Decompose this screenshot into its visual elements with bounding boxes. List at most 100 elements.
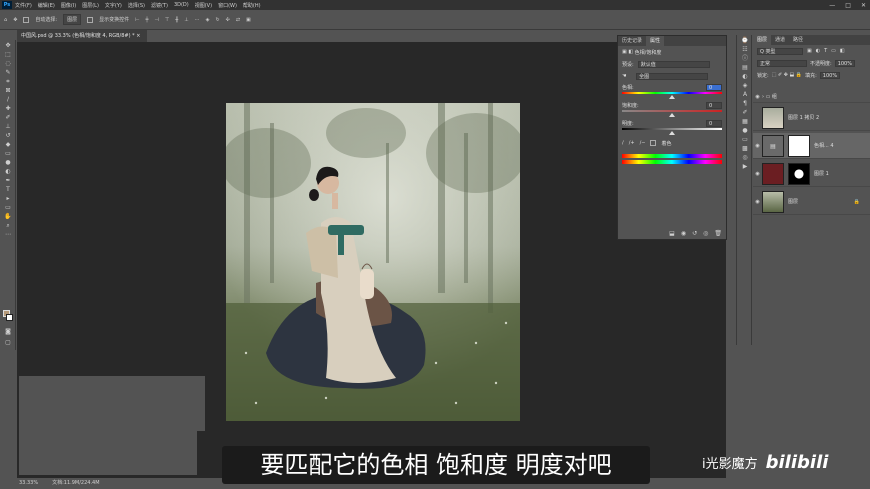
lasso-tool-icon[interactable]: ◌ xyxy=(3,60,13,67)
quick-mask-icon[interactable]: ◙ xyxy=(3,328,13,335)
channel-dropdown[interactable]: 全图 xyxy=(636,72,709,80)
zoom-level[interactable]: 33.33% xyxy=(19,478,38,489)
layer-row-hue-adjustment[interactable]: ◉ ▤ 色相... 4 xyxy=(753,133,870,159)
trash-icon[interactable]: 🗑 xyxy=(714,230,722,237)
crop-tool-icon[interactable]: ⌗ xyxy=(3,78,13,85)
filter-type-icon[interactable]: T xyxy=(824,48,827,54)
menu-layer[interactable]: 图层(L) xyxy=(82,2,99,9)
filter-adjust-icon[interactable]: ◐ xyxy=(816,48,820,54)
pen-tool-icon[interactable]: ✒ xyxy=(3,177,13,184)
path-select-icon[interactable]: ▸ xyxy=(3,195,13,202)
hue-slider-thumb[interactable] xyxy=(669,95,675,99)
align-left-icon[interactable]: ⊢ xyxy=(135,17,139,23)
libraries-panel-icon[interactable]: ▤ xyxy=(740,64,750,71)
menu-filter[interactable]: 滤镜(T) xyxy=(151,2,168,9)
visibility-eye-icon[interactable]: ◉ xyxy=(753,199,762,205)
layer-mask-thumbnail[interactable] xyxy=(788,162,810,185)
swatches-panel-icon[interactable]: ▦ xyxy=(740,118,750,125)
saturation-slider[interactable] xyxy=(618,110,726,118)
eyedropper-icon[interactable]: ∕ xyxy=(3,96,13,103)
hue-slider[interactable] xyxy=(618,92,726,100)
align-bottom-icon[interactable]: ⊥ xyxy=(184,17,188,23)
3d-scale-icon[interactable]: ▣ xyxy=(246,17,251,23)
styles-panel-icon[interactable]: ◈ xyxy=(740,82,750,89)
shape-tool-icon[interactable]: ▭ xyxy=(3,204,13,211)
more-tools-icon[interactable]: ⋯ xyxy=(3,231,13,238)
align-right-icon[interactable]: ⊣ xyxy=(154,17,158,23)
lock-icons[interactable]: ⬚ ✐ ✥ ⬓ 🔒 xyxy=(772,72,802,78)
colorize-checkbox[interactable] xyxy=(650,140,657,146)
frame-tool-icon[interactable]: ⊠ xyxy=(3,87,13,94)
eyedropper-minus-icon[interactable]: ∕− xyxy=(640,140,646,146)
actions-panel-icon[interactable]: ▶ xyxy=(740,163,750,170)
background-color-swatch[interactable] xyxy=(6,314,13,321)
opacity-input[interactable]: 100% xyxy=(834,59,855,67)
adjustments-panel-icon[interactable]: ◐ xyxy=(740,73,750,80)
layer-row-background[interactable]: ◉ 图层 🔒 xyxy=(753,189,870,215)
menu-type[interactable]: 文字(Y) xyxy=(105,2,122,9)
3d-slide-icon[interactable]: ⇄ xyxy=(236,17,240,23)
layer-row-layer1[interactable]: ◉ 图层 1 xyxy=(753,161,870,187)
lightness-slider-thumb[interactable] xyxy=(669,131,675,135)
menu-select[interactable]: 选择(S) xyxy=(128,2,145,9)
auto-select-checkbox[interactable] xyxy=(23,16,30,23)
tab-layers[interactable]: 图层 xyxy=(753,35,772,45)
patterns-panel-icon[interactable]: ▩ xyxy=(740,145,750,152)
type-tool-icon[interactable]: T xyxy=(3,186,13,193)
move-tool-icon[interactable]: ✥ xyxy=(13,17,17,23)
maximize-button[interactable]: □ xyxy=(845,2,851,9)
distribute-icon[interactable]: ⋯ xyxy=(195,17,200,23)
paragraph-panel-icon[interactable]: ¶ xyxy=(740,100,750,107)
filter-pixel-icon[interactable]: ▣ xyxy=(807,48,812,54)
properties-panel-icon[interactable]: ☷ xyxy=(740,46,750,53)
marquee-tool-icon[interactable]: ⬚ xyxy=(3,51,13,58)
quick-select-icon[interactable]: ✎ xyxy=(3,69,13,76)
lightness-value-input[interactable]: 0 xyxy=(706,119,722,127)
reset-icon[interactable]: ↺ xyxy=(692,230,697,237)
visibility-eye-icon[interactable]: ◉ xyxy=(753,143,762,149)
3d-mode-icon[interactable]: ◈ xyxy=(206,17,210,23)
tab-channels[interactable]: 通道 xyxy=(771,35,789,45)
layer-filter-dropdown[interactable]: Q 类型 xyxy=(757,47,803,55)
clone-stamp-icon[interactable]: ⊥ xyxy=(3,123,13,130)
canvas-image[interactable] xyxy=(226,103,520,421)
saturation-value-input[interactable]: 0 xyxy=(706,101,722,109)
hue-value-input[interactable]: 0 xyxy=(706,83,722,91)
blend-mode-dropdown[interactable]: 正常 xyxy=(757,59,807,67)
fill-input[interactable]: 100% xyxy=(819,71,841,79)
preset-dropdown[interactable]: 默认值 xyxy=(637,60,710,68)
filter-smart-icon[interactable]: ◧ xyxy=(840,48,845,54)
minimize-button[interactable]: — xyxy=(829,2,835,9)
hand-adjust-icon[interactable]: ☚ xyxy=(622,73,628,79)
close-button[interactable]: ✕ xyxy=(861,2,866,9)
brush-tool-icon[interactable]: ✐ xyxy=(3,114,13,121)
3d-rotate-icon[interactable]: ↻ xyxy=(215,17,219,23)
menu-file[interactable]: 文件(F) xyxy=(15,2,32,9)
gradients-panel-icon[interactable]: ▭ xyxy=(740,136,750,143)
align-middle-icon[interactable]: ╫ xyxy=(175,17,178,23)
align-center-icon[interactable]: ╪ xyxy=(145,17,148,23)
info-panel-icon[interactable]: ⓘ xyxy=(740,55,750,62)
auto-select-dropdown[interactable]: 图层 xyxy=(63,14,82,25)
menu-image[interactable]: 图像(I) xyxy=(61,2,76,9)
blur-icon[interactable]: ● xyxy=(3,159,13,166)
history-panel-icon[interactable]: ⌚ xyxy=(740,37,750,44)
history-brush-icon[interactable]: ↺ xyxy=(3,132,13,139)
menu-help[interactable]: 帮助(H) xyxy=(243,2,261,9)
visibility-eye-icon[interactable]: ◉ xyxy=(753,171,762,177)
lightness-slider[interactable] xyxy=(618,128,726,136)
layer-row-copy2[interactable]: 图层 1 拷贝 2 xyxy=(753,105,870,131)
tab-history[interactable]: 历史记录 xyxy=(618,36,646,46)
screen-mode-icon[interactable]: ▢ xyxy=(3,339,13,346)
brushes-panel-icon[interactable]: ✐ xyxy=(740,109,750,116)
eraser-icon[interactable]: ◆ xyxy=(3,141,13,148)
eyedropper-plus-icon[interactable]: ∕+ xyxy=(629,140,635,146)
dodge-icon[interactable]: ◐ xyxy=(3,168,13,175)
tab-paths[interactable]: 路径 xyxy=(789,35,807,45)
saturation-slider-thumb[interactable] xyxy=(669,113,675,117)
layer-mask-thumbnail[interactable] xyxy=(788,134,810,157)
layer-row-group[interactable]: ◉ › ▭ 组 xyxy=(753,91,870,103)
menu-view[interactable]: 视图(V) xyxy=(195,2,212,9)
eyedropper-icon[interactable]: ∕ xyxy=(622,140,624,146)
tab-properties[interactable]: 属性 xyxy=(646,36,665,46)
